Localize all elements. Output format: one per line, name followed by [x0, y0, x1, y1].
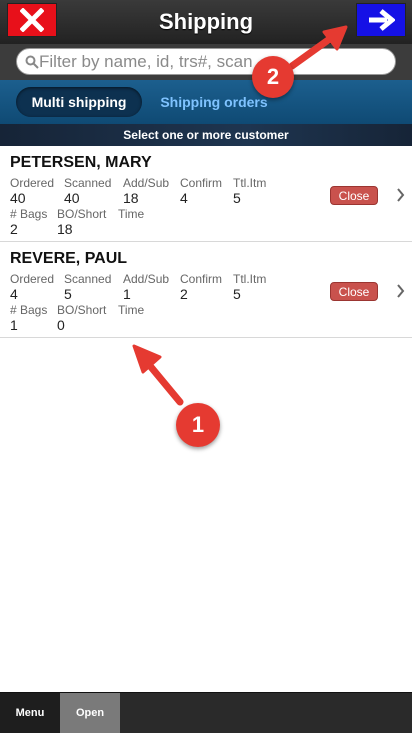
bags-label: # Bags: [10, 303, 48, 317]
time-label: Time: [118, 303, 145, 317]
addsub-value: 1: [123, 286, 131, 302]
footer-bar: Menu Open: [0, 692, 412, 733]
ttl-item-label: Ttl.Itm: [233, 272, 267, 286]
open-button[interactable]: Open: [60, 693, 120, 733]
annotation-arrow-1: [132, 344, 184, 406]
scanned-label: Scanned: [64, 272, 112, 286]
chevron-right-icon[interactable]: [396, 284, 405, 298]
confirm-value: 2: [180, 286, 188, 302]
time-label: Time: [118, 207, 145, 221]
scanned-value: 40: [64, 190, 80, 206]
chevron-right-icon[interactable]: [396, 188, 405, 202]
annotation-callout-1: 1: [176, 403, 220, 447]
next-button[interactable]: [356, 3, 406, 37]
search-icon: [25, 55, 39, 69]
customer-list: PETERSEN, MARY Ordered Scanned Add/Sub C…: [0, 146, 412, 338]
ttl-item-value: 5: [233, 190, 241, 206]
ttl-item-label: Ttl.Itm: [233, 176, 267, 190]
customer-name: PETERSEN, MARY: [10, 154, 152, 171]
list-subheader: Select one or more customer: [0, 124, 412, 146]
search-bar: [0, 44, 412, 80]
ordered-label: Ordered: [10, 176, 55, 190]
addsub-value: 18: [123, 190, 139, 206]
bags-label: # Bags: [10, 207, 48, 221]
header-bar: Shipping: [0, 0, 412, 45]
confirm-value: 4: [180, 190, 188, 206]
confirm-label: Confirm: [180, 272, 223, 286]
confirm-label: Confirm: [180, 176, 223, 190]
close-order-button[interactable]: Close: [330, 282, 378, 301]
search-input[interactable]: [39, 50, 379, 73]
customer-row[interactable]: PETERSEN, MARY Ordered Scanned Add/Sub C…: [0, 146, 412, 242]
page-title: Shipping: [158, 9, 254, 34]
annotation-callout-2: 2: [252, 56, 294, 98]
bo-short-label: BO/Short: [57, 207, 107, 221]
scanned-value: 5: [64, 286, 72, 302]
bo-short-label: BO/Short: [57, 303, 107, 317]
close-order-button[interactable]: Close: [330, 186, 378, 205]
bo-short-value: 18: [57, 221, 73, 237]
customer-row[interactable]: REVERE, PAUL Ordered Scanned Add/Sub Con…: [0, 242, 412, 338]
customer-name: REVERE, PAUL: [10, 250, 128, 267]
search-field[interactable]: [16, 48, 396, 75]
scanned-label: Scanned: [64, 176, 112, 190]
addsub-label: Add/Sub: [123, 176, 170, 190]
bags-value: 2: [10, 221, 18, 237]
bags-value: 1: [10, 317, 18, 333]
ordered-value: 40: [10, 190, 26, 206]
bo-short-value: 0: [57, 317, 65, 333]
tab-multi-shipping[interactable]: Multi shipping: [16, 87, 142, 117]
ordered-label: Ordered: [10, 272, 55, 286]
addsub-label: Add/Sub: [123, 272, 170, 286]
arrow-right-icon: [369, 9, 395, 31]
ordered-value: 4: [10, 286, 18, 302]
menu-button[interactable]: Menu: [0, 693, 60, 733]
ttl-item-value: 5: [233, 286, 241, 302]
tab-bar: Multi shipping Shipping orders: [0, 80, 412, 124]
